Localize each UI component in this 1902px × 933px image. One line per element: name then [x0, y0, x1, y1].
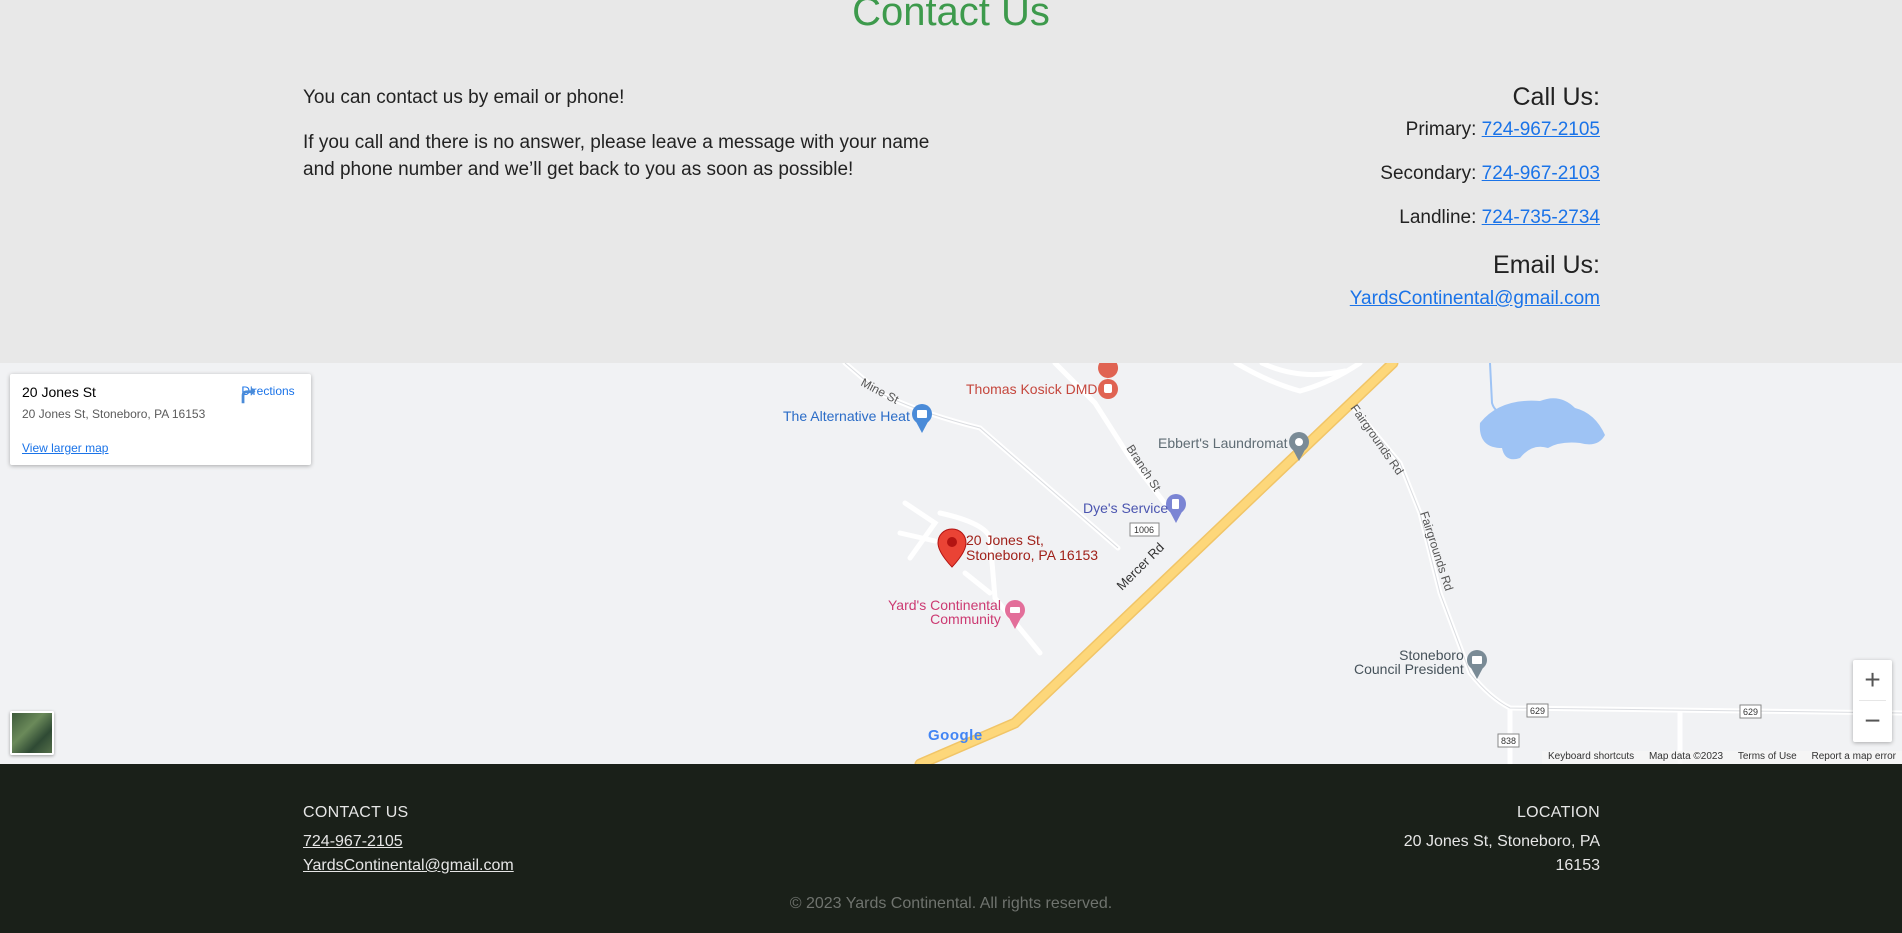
directions-button[interactable]: Directions [238, 384, 298, 404]
page-title: Contact Us [852, 0, 1050, 34]
lodging-icon[interactable] [1005, 600, 1025, 629]
keyboard-shortcuts-link[interactable]: Keyboard shortcuts [1548, 751, 1634, 762]
dentist-icon[interactable] [1098, 363, 1119, 399]
phone-primary-label: Primary: [1405, 119, 1482, 140]
footer-email-link[interactable]: YardsContinental@gmail.com [303, 854, 514, 878]
mine-st-label: Mine St [859, 375, 902, 407]
map-data-text: Map data ©2023 [1648, 751, 1724, 762]
zoom-in-button[interactable]: + [1853, 660, 1892, 700]
site-footer: CONTACT US 724-967-2105 YardsContinental… [0, 764, 1902, 933]
poi-label-council-president[interactable]: Stoneboro Council President [1354, 648, 1464, 676]
intro-callback-text: If you call and there is no answer, plea… [303, 132, 930, 180]
email-link[interactable]: YardsContinental@gmail.com [1350, 288, 1600, 309]
footer-phone-link[interactable]: 724-967-2105 [303, 830, 514, 854]
map-attribution-bar: Keyboard shortcuts Map data ©2023 Terms … [1542, 751, 1902, 764]
place-card-title: 20 Jones St [22, 384, 96, 400]
footer-contact-heading: CONTACT US [303, 804, 409, 821]
zoom-control: + − [1853, 660, 1892, 742]
route-629a-text: 629 [1530, 706, 1545, 716]
poi-label-laundromat[interactable]: Ebbert's Laundromat [1158, 435, 1288, 451]
pond [1479, 398, 1605, 460]
fairgrounds-rd-label-1: Fairgrounds Rd [1348, 402, 1407, 478]
embedded-map[interactable]: 1006 629 629 838 Mine St Branch St Fairg… [0, 363, 1902, 764]
contact-intro: You can contact us by email or phone! If… [303, 84, 943, 201]
poi-council-line-1: Stoneboro [1399, 647, 1464, 663]
terms-of-use-link[interactable]: Terms of Use [1738, 751, 1797, 762]
poi-council-line-2: Council President [1354, 661, 1464, 677]
report-map-error-link[interactable]: Report a map error [1812, 751, 1896, 762]
email-us-heading: Email Us: [1493, 251, 1600, 279]
route-629b-text: 629 [1743, 707, 1758, 717]
poi-yards-line-2: Community [930, 611, 1001, 627]
location-pin-icon[interactable] [937, 528, 967, 568]
zoom-out-button[interactable]: − [1853, 701, 1892, 741]
poi-label-alternative-heat[interactable]: The Alternative Heat [783, 408, 910, 424]
satellite-toggle-button[interactable] [10, 711, 54, 755]
copyright-text: © 2023 Yards Continental. All rights res… [789, 895, 1113, 912]
call-us-heading: Call Us: [1512, 83, 1600, 111]
poi-yards-line-1: Yard's Continental [888, 597, 1001, 613]
phone-primary-link[interactable]: 724-967-2105 [1482, 119, 1600, 140]
email-row: YardsContinental@gmail.com [1350, 288, 1600, 310]
footer-location: LOCATION 20 Jones St, Stoneboro, PA 1615… [1400, 801, 1600, 878]
poi-label-kosick[interactable]: Thomas Kosick DMD [966, 381, 1097, 397]
view-larger-map-link[interactable]: View larger map [22, 441, 108, 455]
phone-landline-link[interactable]: 724-735-2734 [1482, 207, 1600, 228]
pin-address-line-1: 20 Jones St, [966, 532, 1044, 548]
phone-landline-label: Landline: [1399, 207, 1482, 228]
phone-primary-row: Primary: 724-967-2105 [1350, 118, 1600, 142]
phone-secondary-label: Secondary: [1380, 163, 1482, 184]
footer-contact: CONTACT US 724-967-2105 YardsContinental… [303, 801, 514, 878]
route-1006-text: 1006 [1134, 525, 1154, 535]
footer-location-heading: LOCATION [1516, 804, 1600, 821]
shopping-icon[interactable] [912, 404, 932, 433]
pin-address-line-2: Stoneboro, PA 16153 [966, 547, 1099, 563]
place-card-address: 20 Jones St, Stoneboro, PA 16153 [22, 407, 206, 421]
google-logo-text: Google [928, 727, 983, 744]
pin-address-label[interactable]: 20 Jones St, Stoneboro, PA 16153 [966, 533, 1098, 563]
poi-markers [912, 363, 1487, 679]
poi-label-dyes-service[interactable]: Dye's Service [1083, 500, 1168, 516]
footer-address: 20 Jones St, Stoneboro, PA 16153 [1403, 833, 1600, 874]
place-card: 20 Jones St 20 Jones St, Stoneboro, PA 1… [10, 374, 311, 465]
phone-landline-row: Landline: 724-735-2734 [1350, 206, 1600, 230]
stream [1489, 363, 1506, 414]
intro-text: You can contact us by email or phone! [303, 87, 625, 108]
phone-secondary-row: Secondary: 724-967-2103 [1350, 162, 1600, 186]
directions-icon [241, 386, 256, 404]
google-logo: Google [928, 727, 983, 744]
poi-label-yards-continental[interactable]: Yard's Continental Community [888, 598, 1001, 626]
call-us-block: Call Us: Primary: 724-967-2105 Secondary… [1350, 82, 1600, 310]
route-838-text: 838 [1501, 736, 1516, 746]
phone-secondary-link[interactable]: 724-967-2103 [1482, 163, 1600, 184]
gas-station-icon[interactable] [1166, 494, 1186, 523]
contact-section: Contact Us You can contact us by email o… [0, 0, 1902, 363]
